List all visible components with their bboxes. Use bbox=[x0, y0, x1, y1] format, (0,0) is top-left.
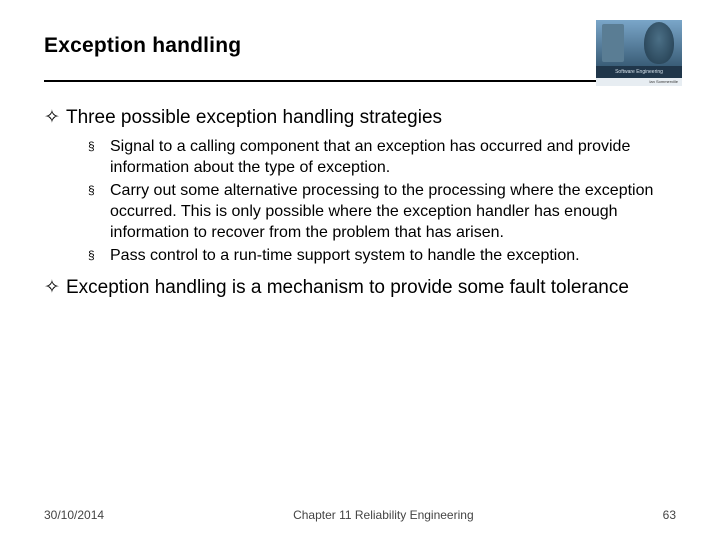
bullet-text: Carry out some alternative processing to… bbox=[110, 180, 670, 243]
bullet-level1: ✧ Exception handling is a mechanism to p… bbox=[44, 276, 676, 300]
bullet-text: Exception handling is a mechanism to pro… bbox=[66, 276, 629, 300]
footer-page-number: 63 bbox=[663, 508, 676, 522]
book-title-strip: Software Engineering bbox=[596, 66, 682, 78]
bullet-text: Pass control to a run-time support syste… bbox=[110, 245, 580, 266]
bullet-level2: § Pass control to a run-time support sys… bbox=[88, 245, 676, 266]
footer-chapter: Chapter 11 Reliability Engineering bbox=[104, 508, 663, 522]
slide-header: Exception handling Software Engineering … bbox=[44, 34, 676, 82]
footer-date: 30/10/2014 bbox=[44, 508, 104, 522]
bullet-text: Signal to a calling component that an ex… bbox=[110, 136, 670, 178]
slide: Exception handling Software Engineering … bbox=[0, 0, 720, 540]
diamond-bullet-icon: ✧ bbox=[44, 276, 66, 300]
diamond-bullet-icon: ✧ bbox=[44, 106, 66, 130]
sub-bullet-group: § Signal to a calling component that an … bbox=[44, 136, 676, 266]
bullet-level1: ✧ Three possible exception handling stra… bbox=[44, 106, 676, 130]
square-bullet-icon: § bbox=[88, 180, 110, 243]
slide-title: Exception handling bbox=[44, 34, 676, 58]
slide-content: ✧ Three possible exception handling stra… bbox=[44, 106, 676, 300]
square-bullet-icon: § bbox=[88, 245, 110, 266]
book-cover-image bbox=[596, 20, 682, 66]
square-bullet-icon: § bbox=[88, 136, 110, 178]
bullet-level2: § Signal to a calling component that an … bbox=[88, 136, 676, 178]
bullet-text: Three possible exception handling strate… bbox=[66, 106, 442, 130]
slide-footer: 30/10/2014 Chapter 11 Reliability Engine… bbox=[0, 508, 720, 522]
bullet-level2: § Carry out some alternative processing … bbox=[88, 180, 676, 243]
book-logo: Software Engineering Ian Sommerville bbox=[596, 20, 682, 80]
header-divider bbox=[44, 80, 676, 82]
book-author-strip: Ian Sommerville bbox=[596, 78, 682, 86]
